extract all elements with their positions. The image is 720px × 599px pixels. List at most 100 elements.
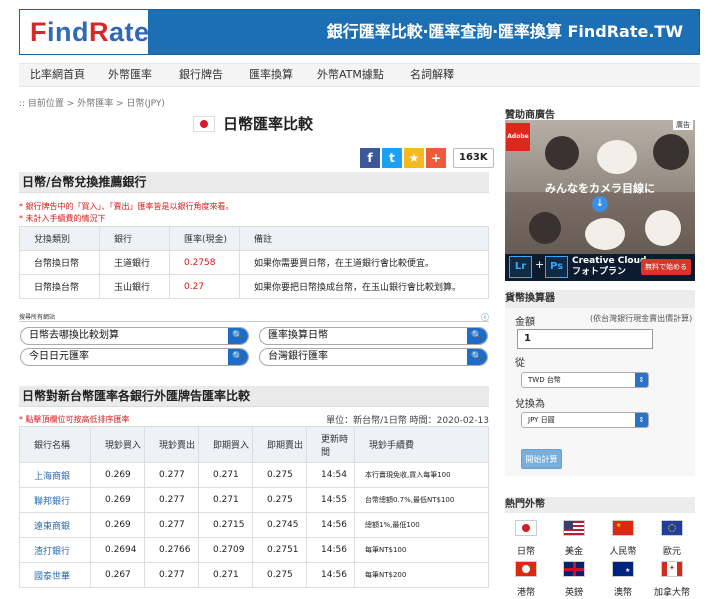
site-tagline: 銀行匯率比較‧匯率查詢‧匯率換算 FindRate.TW bbox=[326, 22, 683, 41]
logo-text-ate: ate bbox=[109, 17, 150, 47]
search-icon[interactable]: 🔍 bbox=[467, 328, 487, 344]
ad-product-line1: Creative Cloud bbox=[572, 256, 647, 266]
to-currency-select[interactable]: JPY 日圓 ⇕ bbox=[521, 412, 649, 428]
hot-currency-usd[interactable]: 美金 bbox=[552, 544, 596, 557]
flag-ca-icon[interactable]: ✦ bbox=[661, 561, 683, 577]
breadcrumb[interactable]: :: 目前位置 > 外幣匯率 > 日幣(JPY) bbox=[19, 96, 165, 109]
bank-link[interactable]: 聯邦銀行 bbox=[19, 487, 91, 513]
table-header-row: 兌換類別 銀行 匯率(現金) 備註 bbox=[19, 226, 489, 251]
cell-updated: 14:56 bbox=[306, 537, 355, 563]
logo-text-ind: ind bbox=[47, 17, 89, 47]
cell-cash-buy: 0.267 bbox=[90, 562, 145, 588]
facebook-share-button[interactable]: f bbox=[360, 148, 380, 168]
sort-col-bank[interactable]: 銀行名稱 bbox=[19, 426, 91, 463]
sort-col-updated[interactable]: 更新時間 bbox=[306, 426, 355, 463]
flag-hk-icon[interactable] bbox=[515, 561, 537, 577]
col-cash-fee: 現鈔手續費 bbox=[354, 426, 489, 463]
converter-title: 貨幣換算器 bbox=[505, 290, 695, 308]
to-label: 兌換為 bbox=[515, 399, 545, 410]
hot-currencies-title: 熱門外幣 bbox=[505, 497, 695, 513]
hot-currency-cad[interactable]: 加拿大幣 bbox=[650, 585, 694, 598]
hot-currency-aud[interactable]: 澳幣 bbox=[601, 585, 645, 598]
site-header: FindRate 銀行匯率比較‧匯率查詢‧匯率換算 FindRate.TW bbox=[19, 9, 700, 55]
nav-atm[interactable]: 外幣ATM據點 bbox=[317, 64, 384, 86]
from-currency-value: TWD 台幣 bbox=[528, 376, 561, 384]
bank-link[interactable]: 國泰世華 bbox=[19, 562, 91, 588]
table-row: 遠東商銀 0.269 0.277 0.2715 0.2745 14:56 總額1… bbox=[19, 512, 489, 538]
from-currency-select[interactable]: TWD 台幣 ⇕ bbox=[521, 372, 649, 388]
cell-updated: 14:54 bbox=[306, 462, 355, 488]
search-suggestion-text: 日幣去哪換比較划算 bbox=[29, 330, 119, 341]
hot-currency-hkd[interactable]: 港幣 bbox=[504, 585, 548, 598]
photoshop-icon: Ps bbox=[545, 256, 568, 278]
more-share-button[interactable]: + bbox=[426, 148, 446, 168]
search-icon[interactable]: 🔍 bbox=[228, 328, 248, 344]
recommend-table: 兌換類別 銀行 匯率(現金) 備註 台幣換日幣 王道銀行 0.2758 如果你需… bbox=[19, 226, 489, 299]
nav-converter[interactable]: 匯率換算 bbox=[249, 64, 293, 86]
table-row: 國泰世華 0.267 0.277 0.271 0.275 14:56 每筆NT$… bbox=[19, 562, 489, 588]
bookmark-star-button[interactable]: ★ bbox=[404, 148, 424, 168]
cell-cash-buy: 0.269 bbox=[90, 487, 145, 513]
cell-cash-sell: 0.277 bbox=[144, 512, 199, 538]
ad-plus: + bbox=[535, 258, 545, 271]
bank-link[interactable]: 渣打銀行 bbox=[19, 537, 91, 563]
recommend-section-title: 日幣/台幣兌換推薦銀行 bbox=[19, 172, 489, 193]
sponsor-ad[interactable]: Adobe 廣告 みんなをカメラ目線に ↓ Lr + Ps Creative C… bbox=[505, 120, 695, 281]
ad-product-name: Creative Cloud フォトプラン bbox=[572, 256, 646, 278]
flag-us-icon[interactable] bbox=[563, 520, 585, 536]
flag-au-icon[interactable]: ★ bbox=[612, 561, 634, 577]
share-bar: f t ★ + 163K bbox=[360, 148, 494, 168]
search-icon[interactable]: 🔍 bbox=[467, 349, 487, 365]
nav-home[interactable]: 比率網首頁 bbox=[30, 64, 85, 86]
table-header-row: 銀行名稱 現鈔買入 現鈔賣出 即期買入 即期賣出 更新時間 現鈔手續費 bbox=[19, 426, 489, 463]
ad-tag[interactable]: 廣告 bbox=[673, 120, 693, 130]
cell-bank: 玉山銀行 bbox=[99, 274, 170, 299]
nav-bank-board[interactable]: 銀行牌告 bbox=[179, 64, 223, 86]
search-suggestion-3[interactable]: 今日日元匯率 🔍 bbox=[20, 348, 249, 366]
search-icon[interactable]: 🔍 bbox=[228, 349, 248, 365]
cell-cash-sell: 0.277 bbox=[144, 462, 199, 488]
hot-currency-jpy[interactable]: 日幣 bbox=[504, 544, 548, 557]
hot-currency-eur[interactable]: 歐元 bbox=[650, 544, 694, 557]
nav-glossary[interactable]: 名詞解釋 bbox=[410, 64, 454, 86]
cell-spot-sell: 0.275 bbox=[252, 462, 307, 488]
cell-updated: 14:55 bbox=[306, 487, 355, 513]
cell-fee: 本行賣現免收,買入每筆100 bbox=[354, 462, 489, 488]
hot-currency-cny[interactable]: 人民幣 bbox=[601, 544, 645, 557]
sort-col-cash-buy[interactable]: 現鈔買入 bbox=[90, 426, 145, 463]
select-caret-icon: ⇕ bbox=[635, 413, 648, 427]
search-suggestion-1[interactable]: 日幣去哪換比較划算 🔍 bbox=[20, 327, 249, 345]
calculate-button[interactable]: 開始計算 bbox=[521, 449, 562, 469]
twitter-share-button[interactable]: t bbox=[382, 148, 402, 168]
table-row: 上海商銀 0.269 0.277 0.271 0.275 14:54 本行賣現免… bbox=[19, 462, 489, 488]
flag-cn-icon[interactable]: ★ bbox=[612, 520, 634, 536]
ad-caption: みんなをカメラ目線に bbox=[545, 182, 655, 195]
flag-gb-icon[interactable] bbox=[563, 561, 585, 577]
site-logo[interactable]: FindRate bbox=[20, 10, 150, 54]
ad-cta-button[interactable]: 無料で始める bbox=[641, 259, 691, 275]
flag-eu-icon[interactable] bbox=[661, 520, 683, 536]
sort-col-cash-sell[interactable]: 現鈔賣出 bbox=[144, 426, 199, 463]
cell-bank: 王道銀行 bbox=[99, 250, 170, 275]
dog-photo bbox=[645, 210, 681, 246]
to-currency-value: JPY 日圓 bbox=[528, 416, 555, 424]
sort-col-spot-buy[interactable]: 即期買入 bbox=[198, 426, 253, 463]
board-section-title: 日幣對新台幣匯率各銀行外匯牌告匯率比較 bbox=[19, 386, 489, 407]
search-suggestion-4[interactable]: 台灣銀行匯率 🔍 bbox=[259, 348, 488, 366]
cell-spot-buy: 0.271 bbox=[198, 487, 253, 513]
cell-fee: 每筆NT$200 bbox=[354, 562, 489, 588]
hot-currency-gbp[interactable]: 英鎊 bbox=[552, 585, 596, 598]
info-icon[interactable]: ⓘ bbox=[481, 312, 489, 323]
search-suggestion-text: 今日日元匯率 bbox=[29, 351, 89, 362]
col-type: 兌換類別 bbox=[19, 226, 100, 251]
sort-col-spot-sell[interactable]: 即期賣出 bbox=[252, 426, 307, 463]
flag-jp-icon[interactable] bbox=[515, 520, 537, 536]
bank-link[interactable]: 上海商銀 bbox=[19, 462, 91, 488]
nav-fx-rates[interactable]: 外幣匯率 bbox=[108, 64, 152, 86]
bank-link[interactable]: 遠東商銀 bbox=[19, 512, 91, 538]
cell-spot-buy: 0.2709 bbox=[198, 537, 253, 563]
amount-input[interactable]: 1 bbox=[517, 329, 653, 349]
logo-letter-r: R bbox=[89, 17, 109, 47]
search-suggestion-2[interactable]: 匯率換算日幣 🔍 bbox=[259, 327, 488, 345]
cell-cash-buy: 0.2694 bbox=[90, 537, 145, 563]
